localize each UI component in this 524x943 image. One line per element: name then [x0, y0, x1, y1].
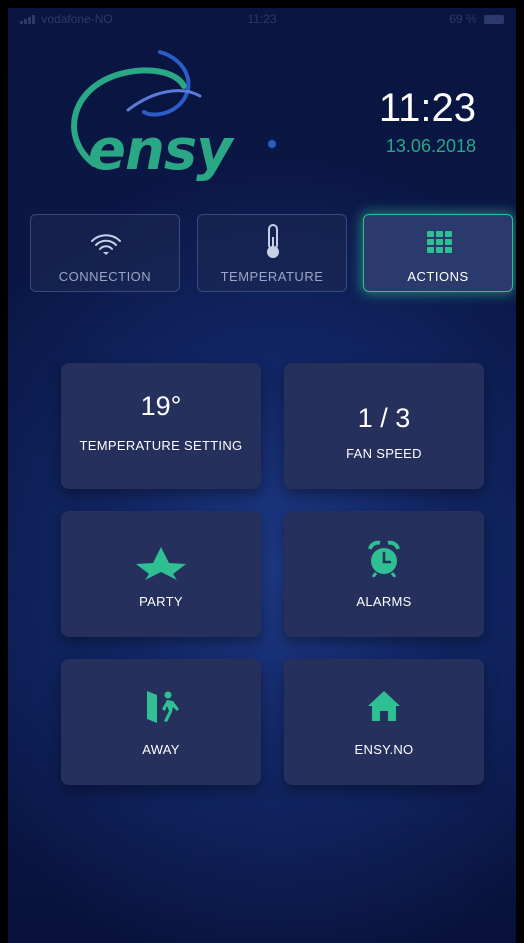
thermometer-icon [198, 224, 346, 258]
app-screen: vodafone-NO 11:23 69 % ensy 11:23 13.06.… [8, 8, 516, 943]
wifi-icon [31, 227, 179, 257]
alarms-card[interactable]: ALARMS [284, 511, 484, 637]
away-card[interactable]: AWAY [61, 659, 261, 785]
status-time: 11:23 [247, 12, 277, 26]
ensy-no-label: ENSY.NO [354, 742, 414, 757]
fan-speed-value: 1 / 3 [357, 403, 411, 433]
exit-person-icon [61, 691, 261, 729]
temperature-setting-card[interactable]: 19° TEMPERATURE SETTING [61, 363, 261, 489]
tab-actions-label: ACTIONS [407, 269, 469, 284]
tab-temperature-label: TEMPERATURE [220, 269, 324, 284]
tab-connection-label: CONNECTION [58, 269, 152, 284]
away-label: AWAY [142, 742, 180, 757]
clock-date: 13.06.2018 [385, 136, 476, 156]
tab-actions[interactable]: ACTIONS [363, 214, 513, 292]
status-bar: vodafone-NO 11:23 69 % [8, 8, 516, 30]
alarms-label: ALARMS [356, 594, 412, 609]
ensy-no-card[interactable]: ENSY.NO [284, 659, 484, 785]
star-icon [61, 545, 261, 581]
alarm-clock-icon [284, 540, 484, 581]
party-label: PARTY [139, 594, 183, 609]
tab-temperature[interactable]: TEMPERATURE [197, 214, 347, 292]
clock-time: 11:23 [378, 86, 476, 130]
home-icon [284, 691, 484, 729]
clock: 11:23 13.06.2018 [379, 86, 476, 157]
fan-speed-label: FAN SPEED [346, 446, 422, 461]
logo-text: ensy [88, 118, 233, 183]
grid-icon [364, 227, 512, 257]
fan-speed-card[interactable]: 1 / 3 FAN SPEED [284, 363, 484, 489]
battery-icon [484, 15, 504, 25]
ensy-logo: ensy [64, 46, 294, 196]
battery-percent: 69 % [449, 12, 477, 26]
temperature-value: 19° [140, 391, 182, 421]
temperature-setting-label: TEMPERATURE SETTING [79, 438, 243, 453]
tab-connection[interactable]: CONNECTION [30, 214, 180, 292]
party-card[interactable]: PARTY [61, 511, 261, 637]
